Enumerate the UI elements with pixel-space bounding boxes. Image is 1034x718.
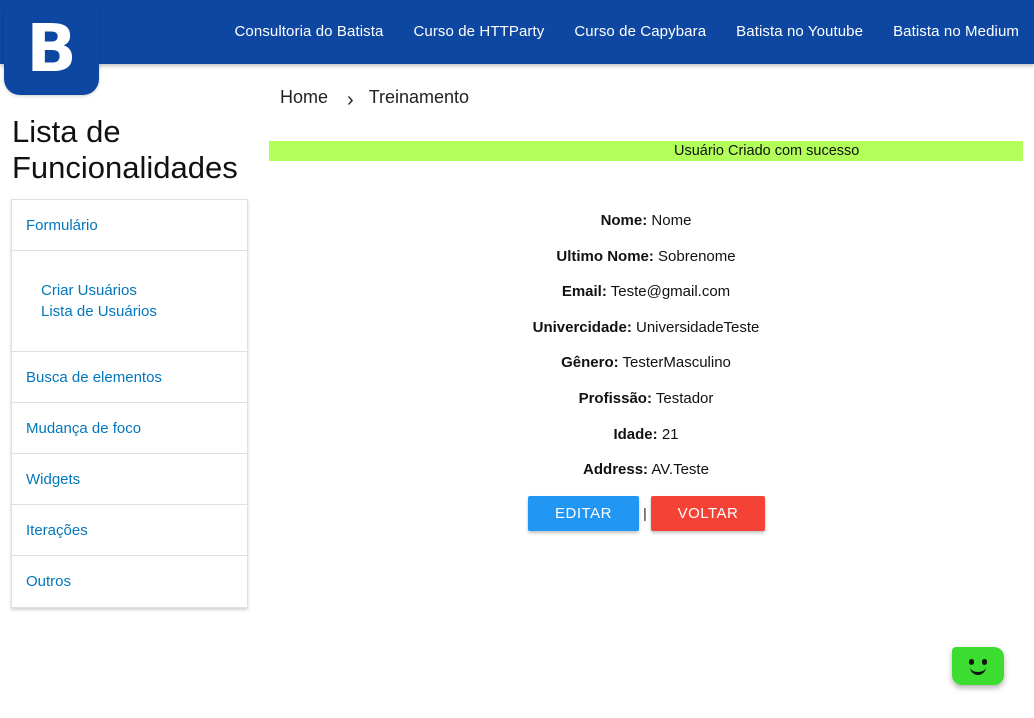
site-logo[interactable]: B [4, 1, 99, 95]
sidebar-item-mudanca-foco[interactable]: Mudança de foco [12, 403, 247, 454]
detail-label: Univercidade: [532, 318, 632, 336]
detail-label: Profissão: [578, 389, 652, 407]
action-buttons: EDITAR | VOLTAR [528, 496, 765, 531]
nav-link-capybara[interactable]: Curso de Capybara [559, 0, 721, 64]
chat-eye-left [969, 659, 974, 665]
edit-button[interactable]: EDITAR [528, 496, 639, 531]
detail-label: Address: [583, 461, 649, 479]
detail-label: Nome: [600, 212, 648, 229]
toast-message: Usuário Criado com sucesso [674, 143, 860, 159]
detail-value: Sobrenome [658, 247, 736, 265]
detail-value: TesterMasculino [622, 354, 731, 372]
detail-label: Email: [561, 283, 607, 301]
detail-value: UniversidadeTeste [635, 318, 760, 336]
detail-value: AV.Teste [651, 461, 709, 479]
user-details: Nome: Nome Ultimo Nome: Sobrenome Email:… [269, 210, 1023, 495]
sidebar-item-formulario[interactable]: Formulário [12, 200, 247, 251]
sidebar-item-widgets[interactable]: Widgets [12, 454, 247, 505]
breadcrumb-home[interactable]: Home [280, 87, 328, 108]
detail-row-genero: Gênero: TesterMasculino [269, 352, 1023, 388]
detail-row-nome: Nome: Nome [269, 210, 1023, 246]
detail-row-ultimo-nome: Ultimo Nome: Sobrenome [269, 246, 1023, 282]
detail-row-universidade: Univercidade: UniversidadeTeste [269, 317, 1023, 353]
chevron-right-icon: › [347, 89, 354, 111]
chat-bot-icon [952, 647, 1004, 685]
logo-letter: B [26, 10, 77, 87]
detail-value: Testador [655, 389, 714, 407]
sidebar-item-iteracoes[interactable]: Iterações [12, 505, 247, 556]
back-button[interactable]: VOLTAR [651, 496, 765, 531]
chat-widget-button[interactable] [952, 647, 1004, 685]
detail-value: Teste@gmail.com [610, 283, 731, 301]
detail-label: Ultimo Nome: [556, 247, 654, 265]
chat-eye-right [982, 659, 987, 665]
sidebar-title-line2: Funcionalidades [12, 150, 238, 185]
sidebar-submenu-formulario: Criar Usuários Lista de Usuários [12, 251, 247, 352]
detail-row-idade: Idade: 21 [269, 424, 1023, 460]
nav-link-consultoria[interactable]: Consultoria do Batista [220, 0, 399, 64]
detail-row-email: Email: Teste@gmail.com [269, 281, 1023, 317]
sidebar-item-outros[interactable]: Outros [12, 556, 247, 607]
nav-link-httparty[interactable]: Curso de HTTParty [398, 0, 559, 64]
breadcrumb: Home › Treinamento [280, 86, 470, 111]
success-toast: Usuário Criado com sucesso [269, 141, 1023, 161]
detail-label: Gênero: [561, 354, 619, 372]
sidebar-title-line1: Lista de [12, 114, 121, 149]
detail-label: Idade: [613, 425, 658, 443]
detail-row-profissao: Profissão: Testador [269, 388, 1023, 424]
detail-row-address: Address: AV.Teste [269, 459, 1023, 495]
sidebar-menu: Formulário Criar Usuários Lista de Usuár… [11, 199, 248, 608]
detail-value: Nome [651, 212, 692, 229]
breadcrumb-current: Treinamento [368, 87, 470, 107]
sidebar-item-busca-elementos[interactable]: Busca de elementos [12, 352, 247, 403]
detail-value: 21 [661, 425, 679, 443]
nav-link-youtube[interactable]: Batista no Youtube [721, 0, 878, 64]
chat-mouth [970, 667, 986, 675]
top-navbar: Consultoria do Batista Curso de HTTParty… [0, 0, 1034, 64]
submenu-item-criar-usuarios[interactable]: Criar Usuários [41, 280, 247, 301]
button-separator: | [643, 504, 647, 521]
main-nav: Consultoria do Batista Curso de HTTParty… [220, 0, 1034, 64]
sidebar-title: Lista de Funcionalidades [12, 114, 238, 186]
nav-link-medium[interactable]: Batista no Medium [878, 0, 1034, 64]
submenu-item-lista-usuarios[interactable]: Lista de Usuários [41, 301, 247, 322]
